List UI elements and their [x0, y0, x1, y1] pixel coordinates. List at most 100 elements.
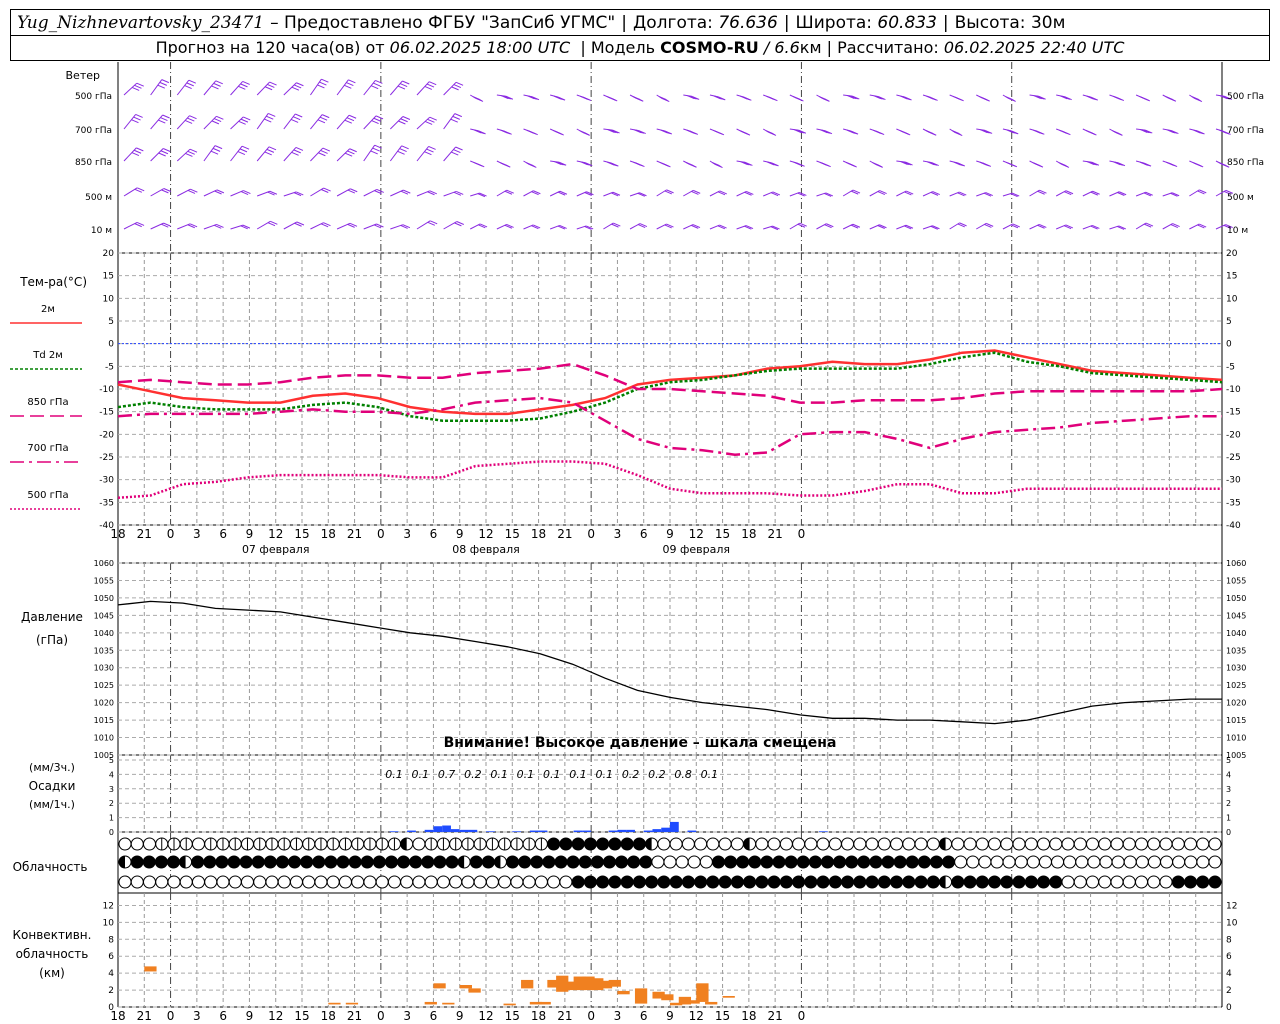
wind-level-label-right: 500 м	[1227, 193, 1254, 203]
wind-barb	[176, 148, 198, 162]
cloud-symbol	[1073, 837, 1087, 851]
cloud-symbol	[1159, 875, 1173, 889]
cloud-symbol	[1171, 837, 1185, 851]
wind-barb-feather	[267, 83, 275, 88]
wind-barb-staff	[123, 147, 137, 162]
cloud-symbol	[804, 837, 818, 851]
wind-barb	[203, 223, 224, 230]
wind-barb	[949, 128, 963, 137]
cloud-symbol	[473, 837, 487, 851]
cloud-circle	[681, 875, 695, 889]
cloud-symbol	[1026, 855, 1040, 869]
wind-barb	[390, 224, 411, 230]
temp-series-line	[117, 396, 1222, 456]
wind-barb-feather	[348, 114, 357, 119]
precip-value-label: 0.8	[674, 768, 692, 781]
cloud-symbol	[1051, 855, 1065, 869]
wind-barb-feather	[926, 95, 934, 100]
wind-barb-feather	[370, 150, 378, 155]
wind-barb	[496, 160, 511, 168]
x-tick-label: 12	[268, 527, 283, 541]
cloud-symbol	[792, 837, 806, 851]
cloud-symbol	[375, 837, 389, 851]
cloud-symbol	[669, 837, 683, 851]
cloud-circle	[1208, 875, 1222, 889]
x-tick-label: 21	[347, 527, 362, 541]
wind-level-label-right: 850 гПа	[1227, 158, 1264, 168]
cloud-symbol	[978, 855, 992, 869]
wind-barb-feather	[213, 118, 222, 123]
cloud-symbol	[743, 875, 757, 889]
cloud-circle	[1122, 875, 1136, 889]
cloud-symbol	[1123, 855, 1137, 869]
wind-barb-feather	[606, 95, 614, 100]
wind-barb-feather	[319, 116, 328, 121]
wind-barb	[123, 82, 144, 96]
cloud-circle	[841, 875, 855, 889]
wind-barb	[736, 160, 753, 166]
wind-barb	[123, 221, 145, 230]
cloud-symbol	[409, 855, 423, 869]
cloud-symbol	[1171, 875, 1185, 889]
x-tick-label: 18	[110, 527, 125, 541]
temp-tick-label-left: -20	[99, 430, 114, 440]
conv-tick-label-right: 2	[1226, 986, 1232, 996]
cloud-symbol	[506, 855, 520, 869]
cloud-symbol	[118, 837, 132, 851]
wind-barb	[416, 116, 437, 130]
conv-tick-label-right: 0	[1226, 1003, 1232, 1013]
pressure-tick-label-right: 1030	[1226, 664, 1246, 673]
wind-barb-feather	[428, 145, 436, 150]
cloud-circle	[828, 875, 842, 889]
cloud-symbol	[424, 837, 438, 851]
wind-barb	[1109, 225, 1127, 230]
cloud-circle	[1061, 875, 1075, 889]
x-tick-label-bottom: 3	[403, 1009, 411, 1023]
cloud-symbol	[1049, 837, 1063, 851]
precip-bar	[818, 831, 828, 832]
cloud-symbol	[645, 875, 659, 889]
wind-barb	[709, 160, 723, 169]
cloud-symbol	[954, 855, 968, 869]
cloud-symbol	[1098, 875, 1112, 889]
pressure-tick-label-left: 1040	[94, 629, 114, 638]
cloud-circle	[694, 875, 708, 889]
wind-barb-staff	[283, 113, 296, 130]
cloud-circle	[816, 837, 830, 851]
cloud-symbol	[736, 855, 750, 869]
cloud-circle	[363, 875, 377, 889]
cloud-symbol	[706, 837, 720, 851]
cloud-symbol	[384, 855, 398, 869]
wind-barb	[1082, 94, 1098, 101]
x-tick-label-bottom: 12	[689, 1009, 704, 1023]
wind-barb-staff	[310, 114, 323, 130]
precip-bar	[582, 830, 592, 832]
wind-barb	[1135, 191, 1153, 197]
wind-barb	[1109, 128, 1123, 136]
cloud-circle	[845, 855, 859, 869]
wind-barb	[789, 222, 807, 230]
cloud-symbol	[816, 875, 830, 889]
wind-barb-feather	[131, 152, 140, 157]
cloud-symbol	[632, 837, 646, 851]
wind-barb	[123, 113, 143, 130]
cloud-symbol	[1000, 837, 1014, 851]
wind-barb	[176, 79, 197, 96]
cloud-circle	[397, 855, 411, 869]
wind-barb	[1055, 190, 1074, 197]
precip-value-label: 0.1	[517, 768, 535, 781]
cloud-circle	[779, 837, 793, 851]
cloud-circle	[571, 875, 585, 889]
x-tick-label-bottom: 21	[557, 1009, 572, 1023]
cloud-circle	[461, 875, 475, 889]
wind-barb	[550, 94, 566, 101]
wind-barb	[496, 94, 514, 100]
cloud-symbol	[1208, 875, 1222, 889]
cloud-symbol	[1110, 837, 1124, 851]
wind-barb-feather	[739, 129, 747, 134]
wind-barb-feather	[845, 161, 854, 166]
conv-tick-label-left: 12	[103, 901, 114, 911]
wind-barb-staff	[203, 145, 216, 162]
cloud-symbol	[412, 837, 426, 851]
conv-tick-label-left: 6	[108, 952, 114, 962]
